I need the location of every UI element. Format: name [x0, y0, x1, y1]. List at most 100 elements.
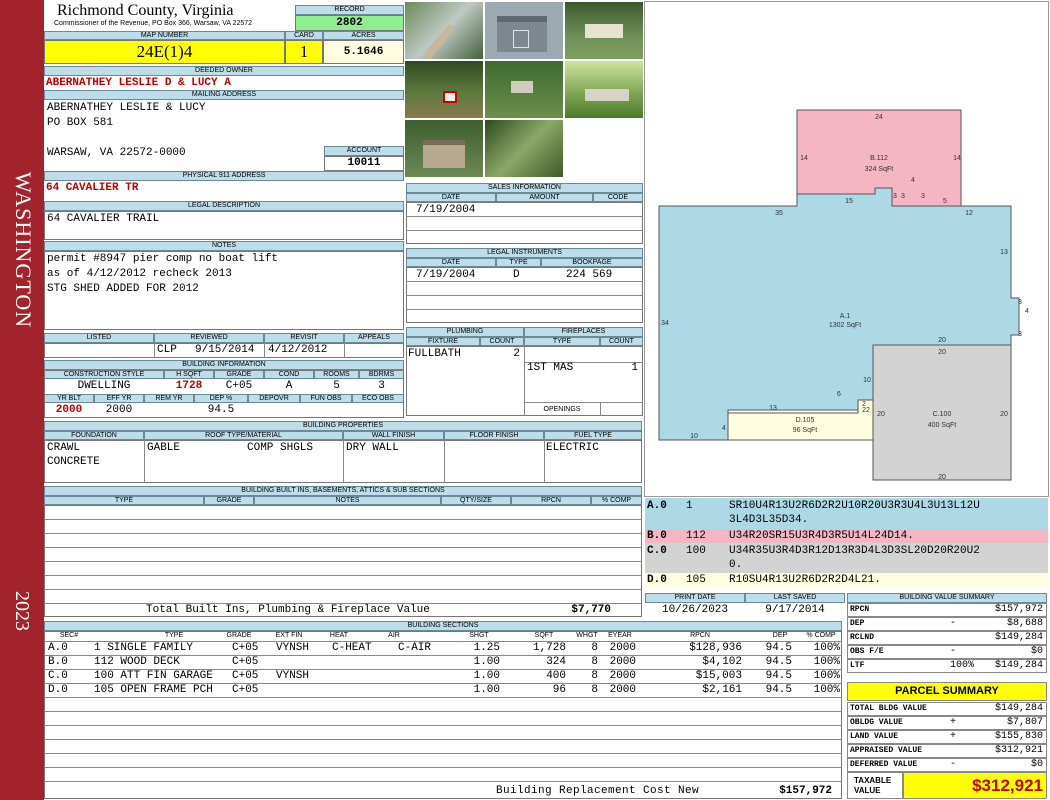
- parcel-row: APPRAISED VALUE $312,921: [847, 744, 1047, 758]
- bvs-header: BUILDING VALUE SUMMARY: [847, 593, 1047, 603]
- legal-description: 64 CAVALIER TRAIL: [47, 213, 160, 225]
- section-cell-sec: A.0: [48, 642, 68, 654]
- section-cell-type: 1 SINGLE FAMILY: [94, 642, 194, 654]
- sections-col-header: SEC#: [59, 632, 79, 639]
- sections-col-header: SQFT: [534, 632, 554, 639]
- parcel-label: TOTAL BLDG VALUE: [850, 704, 927, 713]
- sections-col-header: SHGT: [469, 632, 489, 639]
- mailing-address-header: MAILING ADDRESS: [44, 90, 404, 100]
- label-d105-sqft: 96 SqFt: [793, 427, 818, 434]
- account-header: ACCOUNT: [324, 146, 404, 156]
- bi-h-grade2: GRADE: [204, 496, 254, 505]
- section-cell-rpcn: $128,936: [689, 642, 742, 654]
- parcel-value: $149,284: [994, 703, 1043, 714]
- dim: 3: [893, 193, 897, 200]
- sale-date: 7/19/2004: [416, 204, 476, 216]
- label-c100-sqft: 400 SqFt: [928, 422, 956, 429]
- vector-b-sec: B.0: [647, 530, 667, 542]
- reviewed-date: 9/15/2014: [195, 344, 255, 356]
- dim: 10: [863, 377, 871, 384]
- dim: 4: [722, 425, 726, 432]
- section-cell-ext: VYNSH: [276, 642, 310, 654]
- dim: 14: [953, 155, 961, 162]
- vector-d-num: 105: [686, 574, 706, 586]
- dim: 3: [901, 193, 905, 200]
- replacement-cost: $157,972: [779, 785, 832, 797]
- appeals-header: APPEALS: [344, 333, 404, 343]
- bvs-value: $149,284: [994, 660, 1043, 671]
- plumbing-fixture: FULLBATH: [408, 348, 461, 360]
- section-cell-rpcn: $15,003: [695, 670, 742, 682]
- section-cell-grade: C+05: [232, 684, 259, 696]
- prop-h-fuel: FUEL TYPE: [544, 431, 642, 440]
- notes-line-3: STG SHED ADDED FOR 2012: [47, 283, 199, 295]
- dim: 20: [938, 474, 946, 481]
- acres-header: ACRES: [323, 31, 404, 40]
- dim: 20: [938, 349, 946, 356]
- section-cell-whgt: 8: [591, 670, 598, 682]
- section-cell-sqft: 96: [552, 684, 566, 696]
- photo-shed-gray: [485, 2, 563, 59]
- district-sidebar: [0, 0, 44, 800]
- vector-a-line-2: 3L4D3L35D34.: [729, 514, 809, 526]
- section-cell-grade: C+05: [232, 656, 259, 668]
- account-number: 10011: [324, 156, 404, 171]
- sales-h-code: CODE: [593, 193, 643, 202]
- bvs-row: RCLND $149,284: [847, 631, 1047, 645]
- dim: 3: [1018, 331, 1022, 338]
- foundation-1: CRAWL: [47, 442, 81, 454]
- parcel-row: TOTAL BLDG VALUE $149,284: [847, 702, 1047, 716]
- foundation-2: CONCRETE: [47, 456, 100, 468]
- dim: 3: [921, 193, 925, 200]
- section-cell-shgt: 1.00: [473, 684, 500, 696]
- vector-c-line-2: 0.: [729, 559, 743, 571]
- section-cell-grade: C+05: [232, 642, 259, 654]
- plumb-h-fixture: FIXTURE: [406, 337, 480, 346]
- dim: 6: [837, 391, 841, 398]
- parcel-sign: +: [950, 717, 957, 728]
- wall-finish: DRY WALL: [346, 442, 399, 454]
- fireplaces-header: FIREPLACES: [524, 327, 643, 337]
- building-sketch: A.1 1302 SqFt B.112 324 SqFt C.100 400 S…: [658, 109, 1029, 481]
- dim: 14: [800, 155, 808, 162]
- section-cell-comp: 100%: [813, 684, 840, 696]
- section-cell-whgt: 8: [591, 684, 598, 696]
- bvs-row: DEP - $8,688: [847, 617, 1047, 631]
- parcel-value: $312,921: [994, 745, 1043, 756]
- sections-col-header: AIR: [388, 632, 400, 639]
- reviewed-by: CLP: [157, 344, 177, 356]
- bi-h-comp: % COMP: [591, 496, 642, 505]
- parcel-sign: -: [950, 759, 957, 770]
- photo-woods: [485, 120, 563, 177]
- label-a1-sqft: 1302 SqFt: [829, 322, 861, 329]
- instrument-bookpage: 224 569: [566, 269, 613, 281]
- bi-h-type: TYPE: [44, 496, 204, 505]
- prop-h-floor: FLOOR FINISH: [444, 431, 544, 440]
- section-cell-ext: VYNSH: [276, 670, 310, 682]
- print-date-header: PRINT DATE: [645, 593, 745, 603]
- photo-mailbox: [485, 61, 563, 118]
- taxable-value: $312,921: [903, 772, 1047, 799]
- replacement-cost-label: Building Replacement Cost New: [496, 785, 700, 797]
- bvs-value: $8,688: [1006, 618, 1043, 629]
- section-cell-type: 112 WOOD DECK: [94, 656, 180, 668]
- section-cell-eyear: 2000: [609, 656, 636, 668]
- fire-h-type: TYPE: [524, 337, 600, 346]
- parcel-value: $155,830: [994, 731, 1043, 742]
- map-number-header: MAP NUMBER: [44, 31, 285, 40]
- section-cell-heat: C-HEAT: [332, 642, 372, 654]
- building-info-header: BUILDING INFORMATION: [44, 360, 404, 370]
- mailing-line-1: ABERNATHEY LESLIE & LUCY: [47, 102, 206, 114]
- fuel-type: ELECTRIC: [546, 442, 599, 454]
- roof-type: GABLE: [147, 442, 181, 454]
- district-name: WASHINGTON: [11, 171, 36, 329]
- section-cell-dep: 94.5: [765, 642, 792, 654]
- parcel-row: LAND VALUE + $155,830: [847, 730, 1047, 744]
- bvs-sign: 100%: [950, 660, 975, 671]
- sections-col-header: GRADE: [226, 632, 252, 639]
- fireplace-type: 1ST MAS: [527, 362, 574, 374]
- sections-col-header: RPCN: [690, 632, 710, 639]
- dim: 20: [1000, 411, 1008, 418]
- sections-col-header: DEP: [772, 632, 788, 639]
- parcel-label: APPRAISED VALUE: [850, 746, 923, 755]
